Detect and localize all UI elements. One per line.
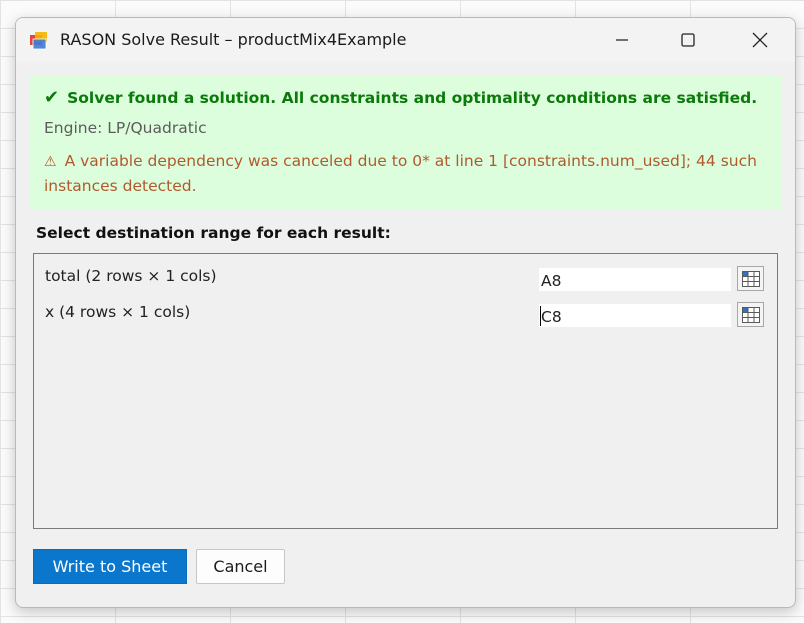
warning-text: A variable dependency was canceled due t… xyxy=(44,152,757,195)
solver-status-panel: ✔ Solver found a solution. All constraint… xyxy=(30,75,782,209)
destination-range-input[interactable] xyxy=(539,304,731,327)
warning-icon: ⚠ xyxy=(44,154,57,170)
solver-status-message: ✔ Solver found a solution. All constraint… xyxy=(44,87,757,108)
warning-message: ⚠ A variable dependency was canceled due … xyxy=(44,149,764,198)
maximize-button[interactable] xyxy=(658,18,718,62)
status-message-text: Solver found a solution. All constraints… xyxy=(67,89,758,107)
destination-heading: Select destination range for each result… xyxy=(36,224,391,242)
solve-result-dialog: RASON Solve Result – productMix4Example … xyxy=(15,17,796,608)
destination-range-input[interactable] xyxy=(539,268,731,291)
maximize-icon xyxy=(681,33,695,47)
dialog-title: RASON Solve Result – productMix4Example xyxy=(60,30,407,49)
close-icon xyxy=(752,32,768,48)
result-row-total: total (2 rows × 1 cols) xyxy=(34,266,777,296)
minimize-icon xyxy=(616,39,628,41)
range-picker-button[interactable] xyxy=(737,266,764,291)
range-picker-icon xyxy=(741,270,760,287)
cancel-button[interactable]: Cancel xyxy=(196,549,285,584)
close-button[interactable] xyxy=(730,18,790,62)
app-window-icon xyxy=(30,32,47,50)
result-row-x: x (4 rows × 1 cols) xyxy=(34,302,777,332)
write-to-sheet-button[interactable]: Write to Sheet xyxy=(33,549,187,584)
text-cursor xyxy=(540,306,541,326)
results-list: total (2 rows × 1 cols) x (4 rows × 1 co… xyxy=(33,253,778,529)
title-bar[interactable]: RASON Solve Result – productMix4Example xyxy=(16,18,795,62)
result-label: total (2 rows × 1 cols) xyxy=(45,267,217,285)
result-label: x (4 rows × 1 cols) xyxy=(45,303,191,321)
success-check-icon: ✔ xyxy=(44,87,60,108)
minimize-button[interactable] xyxy=(592,18,652,62)
engine-label: Engine: LP/Quadratic xyxy=(44,119,207,137)
range-picker-button[interactable] xyxy=(737,302,764,327)
range-picker-icon xyxy=(741,306,760,323)
